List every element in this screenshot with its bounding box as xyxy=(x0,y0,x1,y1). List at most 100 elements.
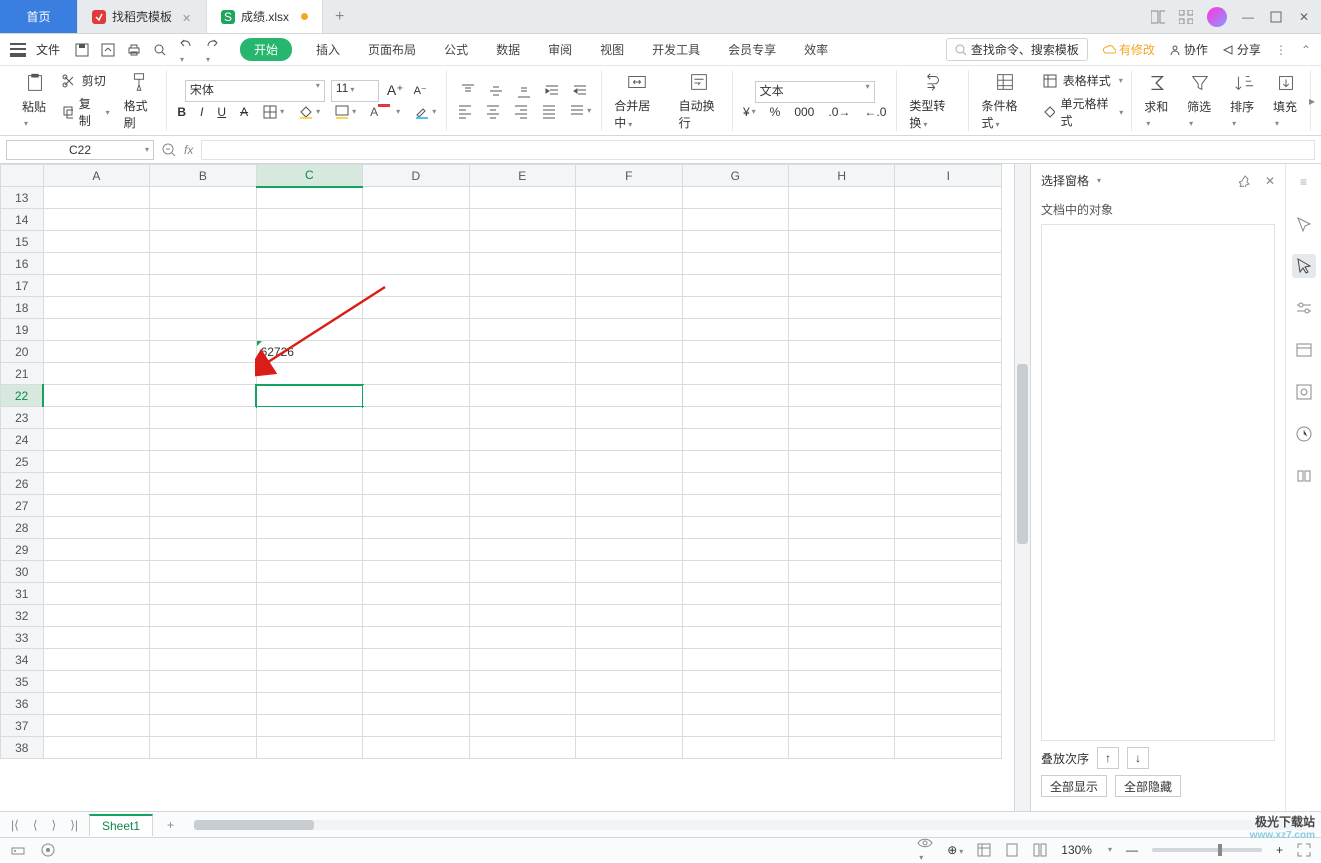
cell[interactable] xyxy=(682,231,788,253)
cell[interactable] xyxy=(469,429,575,451)
save-icon[interactable] xyxy=(74,42,90,58)
row-header[interactable]: 20 xyxy=(1,341,44,363)
cell[interactable] xyxy=(469,583,575,605)
cell[interactable] xyxy=(576,495,682,517)
cell[interactable] xyxy=(895,231,1002,253)
tab-home[interactable]: 首页 xyxy=(0,0,78,33)
cell[interactable] xyxy=(150,407,256,429)
col-header[interactable]: H xyxy=(788,165,894,187)
cell[interactable] xyxy=(895,627,1002,649)
cell[interactable] xyxy=(363,253,469,275)
cell[interactable] xyxy=(576,649,682,671)
cell[interactable] xyxy=(363,715,469,737)
cell[interactable] xyxy=(788,737,894,759)
maximize-button[interactable] xyxy=(1269,10,1283,24)
currency-icon[interactable]: ¥▾ xyxy=(741,103,758,121)
dec-dec-icon[interactable]: ←.0 xyxy=(862,103,888,121)
row-header[interactable]: 15 xyxy=(1,231,44,253)
cell[interactable] xyxy=(469,693,575,715)
cell[interactable] xyxy=(576,561,682,583)
cell[interactable] xyxy=(895,319,1002,341)
cell[interactable] xyxy=(469,407,575,429)
row-header[interactable]: 37 xyxy=(1,715,44,737)
cell[interactable] xyxy=(576,693,682,715)
cell[interactable] xyxy=(363,231,469,253)
cell[interactable] xyxy=(43,605,149,627)
align-middle-icon[interactable] xyxy=(486,81,506,101)
percent-icon[interactable]: % xyxy=(768,103,783,121)
cell[interactable] xyxy=(256,187,362,209)
pane-close-icon[interactable]: ✕ xyxy=(1265,174,1275,188)
cell[interactable] xyxy=(363,385,469,407)
pin-icon[interactable] xyxy=(1239,175,1251,187)
cell[interactable] xyxy=(469,297,575,319)
cell[interactable] xyxy=(788,583,894,605)
cell[interactable] xyxy=(895,583,1002,605)
cell[interactable] xyxy=(788,715,894,737)
col-header[interactable]: D xyxy=(363,165,469,187)
cell[interactable] xyxy=(150,319,256,341)
cell[interactable] xyxy=(682,495,788,517)
cell[interactable] xyxy=(150,737,256,759)
cell[interactable] xyxy=(256,627,362,649)
cell[interactable] xyxy=(150,627,256,649)
cell[interactable] xyxy=(43,451,149,473)
cell[interactable] xyxy=(469,385,575,407)
cell[interactable] xyxy=(469,737,575,759)
cell[interactable] xyxy=(576,407,682,429)
cell[interactable] xyxy=(895,297,1002,319)
cell[interactable] xyxy=(682,253,788,275)
align-center-icon[interactable] xyxy=(483,101,503,121)
cell[interactable] xyxy=(895,737,1002,759)
cell[interactable] xyxy=(43,649,149,671)
cell[interactable] xyxy=(576,451,682,473)
cell[interactable] xyxy=(788,451,894,473)
cell[interactable] xyxy=(895,605,1002,627)
sheet-area[interactable]: ABCDEFGHI1314151617181920627262122232425… xyxy=(0,164,1014,811)
zoom-value[interactable]: 130% xyxy=(1061,843,1092,857)
cell[interactable] xyxy=(895,385,1002,407)
col-header[interactable]: A xyxy=(43,165,149,187)
cell[interactable] xyxy=(895,209,1002,231)
italic-icon[interactable]: I xyxy=(198,103,205,121)
cell[interactable] xyxy=(895,539,1002,561)
cell[interactable] xyxy=(363,583,469,605)
cell[interactable] xyxy=(256,539,362,561)
cell[interactable] xyxy=(469,275,575,297)
wrap-button[interactable]: 自动换行 xyxy=(675,69,724,133)
cell[interactable] xyxy=(576,231,682,253)
cell[interactable] xyxy=(788,319,894,341)
bold-icon[interactable]: B xyxy=(175,103,188,121)
cell[interactable] xyxy=(895,715,1002,737)
cell[interactable] xyxy=(788,231,894,253)
zoom-out-icon[interactable] xyxy=(162,143,176,157)
cell[interactable] xyxy=(363,187,469,209)
row-header[interactable]: 24 xyxy=(1,429,44,451)
rail-style-icon[interactable] xyxy=(1292,212,1316,236)
cell[interactable] xyxy=(363,341,469,363)
cell[interactable] xyxy=(150,429,256,451)
eye-icon[interactable]: ▾ xyxy=(917,837,933,863)
cell[interactable] xyxy=(682,407,788,429)
zoom-in-button[interactable]: + xyxy=(1276,843,1283,857)
cell[interactable] xyxy=(43,715,149,737)
undo-icon[interactable]: ▾ xyxy=(178,35,194,65)
cell[interactable] xyxy=(895,187,1002,209)
cell[interactable] xyxy=(469,715,575,737)
filter-button[interactable]: 筛选▾ xyxy=(1183,70,1216,131)
fill-color-icon[interactable]: ▾ xyxy=(296,102,322,122)
cell[interactable] xyxy=(150,715,256,737)
cell[interactable] xyxy=(363,473,469,495)
cell[interactable] xyxy=(469,671,575,693)
name-box[interactable]: C22▾ xyxy=(6,140,154,160)
cell[interactable] xyxy=(363,451,469,473)
cell[interactable] xyxy=(256,407,362,429)
cell[interactable] xyxy=(469,649,575,671)
font-size-selector[interactable]: 11▾ xyxy=(331,80,379,102)
cell[interactable] xyxy=(363,275,469,297)
cell[interactable] xyxy=(576,715,682,737)
sum-button[interactable]: 求和▾ xyxy=(1140,70,1173,131)
cell[interactable] xyxy=(150,517,256,539)
row-header[interactable]: 22 xyxy=(1,385,44,407)
cell[interactable] xyxy=(895,275,1002,297)
